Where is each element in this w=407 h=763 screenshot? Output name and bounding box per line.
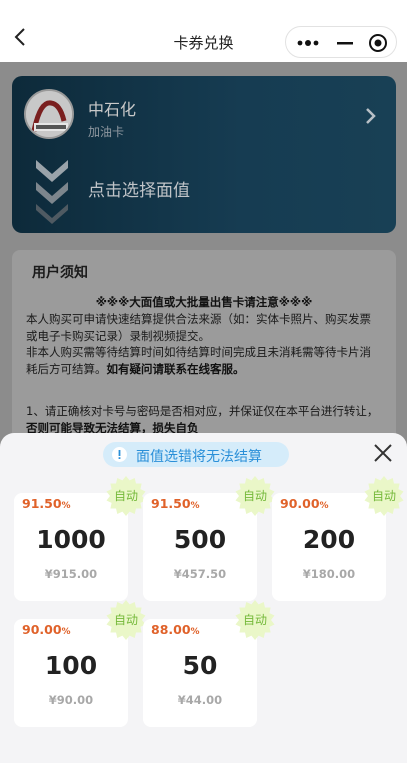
discount-rate: 91.50% [151,496,200,511]
discount-rate: 90.00% [280,496,329,511]
notice-title: 用户须知 [32,265,88,281]
discount-rate: 90.00% [22,622,71,637]
face-value: 100 [44,651,98,680]
payout-price: ¥457.50 [173,567,227,581]
mini-program-capsule [285,26,397,58]
payout-price: ¥180.00 [302,567,356,581]
auto-badge-label: 自动 [113,613,138,627]
face-value: 50 [182,651,218,680]
minimize-icon[interactable] [336,36,354,50]
face-value: 200 [302,525,356,554]
payout-price: ¥90.00 [48,693,94,707]
auto-badge-label: 自动 [242,613,267,627]
notice-paragraph-3: 1、请正确核对卡号与密码是否相对应，并保证仅在本平台进行转让，否则可能导致无法结… [26,404,379,435]
info-icon [112,447,127,462]
auto-badge: 自动 [235,476,275,516]
face-value: 500 [173,525,227,554]
denomination-sheet: 面值选错将无法结算 91.50% 1000 ¥915.00 自动 91.50% 500 ¥4… [0,433,407,763]
notice-paragraph-1: 本人购买可申请快速结算提供合法来源（如：实体卡照片、购买发票或电子卡购买记录）录… [26,312,371,343]
auto-badge: 自动 [106,600,146,640]
auto-badge: 自动 [106,476,146,516]
auto-badge-label: 自动 [371,489,396,503]
chevron-down-icon [36,160,68,224]
top-nav-bar: 卡券兑换 [0,0,407,62]
payout-price: ¥44.00 [177,693,223,707]
card-type: 加油卡 [88,125,125,139]
discount-rate: 88.00% [151,622,200,637]
notice-paragraph-2: 非本人购买需等待结算时间如待结算时间完成且未消耗需等待卡片消耗后方可结算。如有疑… [26,345,371,376]
discount-rate: 91.50% [22,496,71,511]
auto-badge-label: 自动 [113,489,138,503]
warning-tip: 面值选错将无法结算 [103,442,289,467]
sinopec-logo [24,89,74,139]
choose-denomination-label: 点击选择面值 [88,181,190,201]
card-brand: 中石化 [88,100,137,119]
auto-badge: 自动 [235,600,275,640]
chevron-right-icon [366,108,376,124]
auto-badge-label: 自动 [242,489,267,503]
auto-badge: 自动 [364,476,404,516]
notice-warning: ※※※大面值或大批量出售卡请注意※※※ [95,295,313,309]
close-miniprogram-icon[interactable] [368,33,388,53]
warning-tip-text: 面值选错将无法结算 [136,449,262,465]
face-value: 1000 [36,525,106,554]
close-icon[interactable] [373,443,393,463]
payout-price: ¥915.00 [44,567,98,581]
more-icon[interactable] [296,36,320,50]
card-select-panel[interactable]: 中石化 加油卡 点击选择面值 [12,76,396,233]
